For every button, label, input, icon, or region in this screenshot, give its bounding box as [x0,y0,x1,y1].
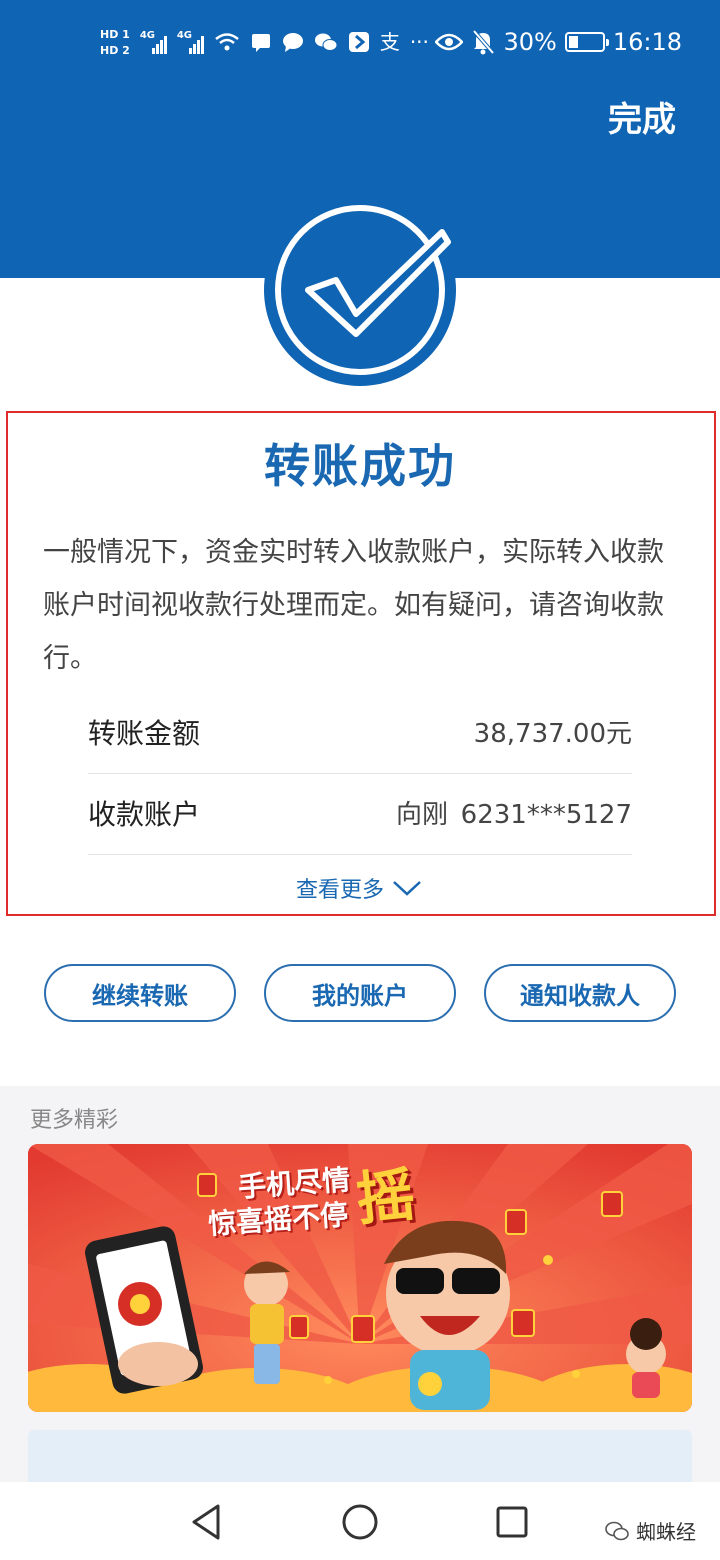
mute-bell-icon [472,29,495,55]
banner-shake-char: 摇 [353,1160,418,1234]
battery-icon [564,32,609,52]
more-notifications-icon: ··· [409,30,429,54]
continue-transfer-button[interactable]: 继续转账 [44,964,236,1022]
message-icon [251,34,270,52]
hd1-label: HD 1 [100,27,130,41]
amount-row: 转账金额 38,737.00元 [88,694,632,774]
network-type-2: 4G [176,30,192,41]
account-row: 收款账户 向刚 6231***5127 [88,775,632,855]
status-bar: HD 1 HD 2 4G 4G 支 ··· 30% 16:18 [0,0,720,86]
signal-icon-2: 4G [177,30,204,54]
amount-label: 转账金额 [88,717,201,750]
wechat-icon [314,33,338,51]
home-icon[interactable] [338,1500,382,1544]
watermark-text: 蜘蛛经 [636,1520,696,1544]
my-account-button[interactable]: 我的账户 [264,964,456,1022]
view-more-link[interactable]: 查看更多 [296,872,422,904]
wechat-logo-icon [605,1521,629,1540]
account-label: 收款账户 [88,798,201,831]
more-section-title: 更多精彩 [30,1108,119,1133]
chat-bubble-icon [282,33,303,52]
wifi-icon [215,33,239,51]
signal-icon-1: 4G [140,30,167,54]
network-type-1: 4G [139,30,155,41]
status-right: 30% 16:18 [435,24,682,60]
clock: 16:18 [612,28,682,56]
done-button[interactable]: 完成 [608,92,676,141]
watermark: 蜘蛛经 [604,1516,696,1545]
notify-payee-button[interactable]: 通知收款人 [484,964,676,1022]
account-number: 6231***5127 [460,800,632,830]
result-title: 转账成功 [264,439,456,493]
status-left: HD 1 HD 2 4G 4G 支 ··· [100,22,429,62]
back-icon[interactable] [186,1500,230,1544]
amount-value: 38,737.00元 [473,719,632,749]
secondary-banner[interactable] [28,1430,692,1490]
chevron-down-icon [393,881,421,896]
success-check-icon [264,194,456,386]
recent-apps-icon[interactable] [490,1500,534,1544]
app-arrow-icon [348,32,369,52]
hd-indicator: HD 1 HD 2 [100,28,130,57]
eye-icon [435,33,464,51]
hd2-label: HD 2 [100,43,130,57]
action-buttons: 继续转账 我的账户 通知收款人 [0,964,720,1022]
battery-percent: 30% [503,28,557,56]
view-more-label: 查看更多 [296,878,385,903]
result-description: 一般情况下，资金实时转入收款账户，实际转入收款账户时间视收款行处理而定。如有疑问… [43,537,664,674]
account-name: 向刚 [395,800,448,830]
alipay-icon: 支 [379,30,400,54]
